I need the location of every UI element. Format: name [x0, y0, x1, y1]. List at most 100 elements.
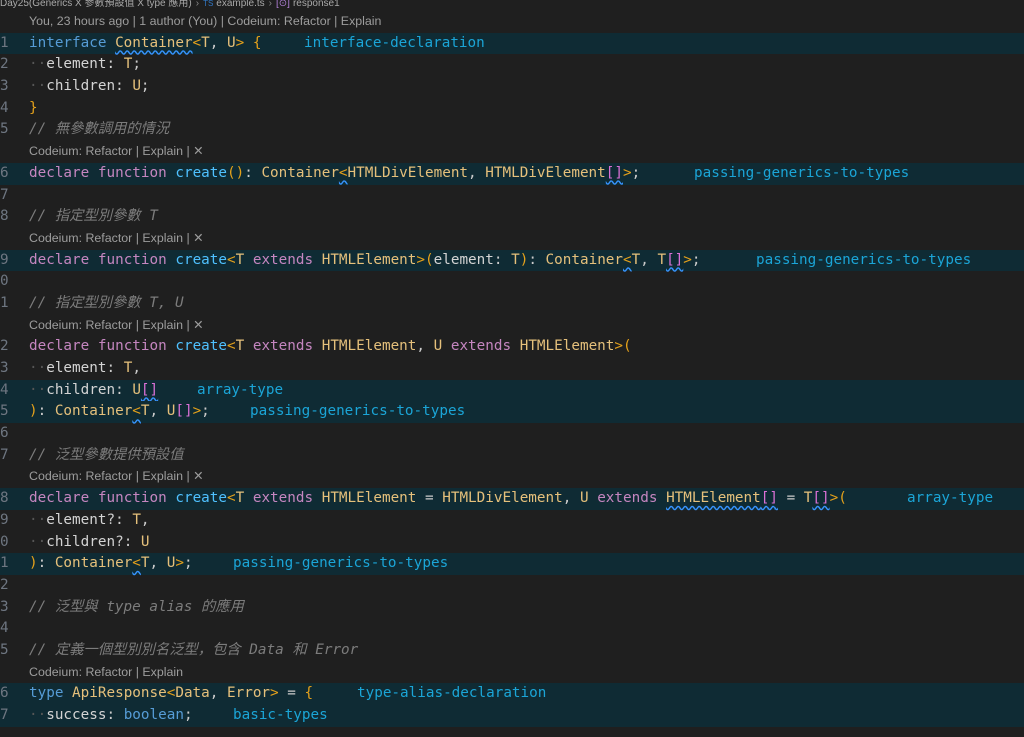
- codeium-codelens[interactable]: Codeium: Refactor | Explain: [0, 662, 1024, 684]
- code-line: 2: [0, 575, 1024, 597]
- code-line: 4 ··children: U[] array-type: [0, 379, 1024, 402]
- code-line: 5 // 定義一個型別別名泛型，包含 Data 和 Error: [0, 640, 1024, 662]
- code-comment: // 泛型與 type alias 的應用: [29, 598, 244, 615]
- code-text: ··element?: T,: [29, 511, 150, 528]
- line-number: 1: [0, 34, 9, 51]
- code-line: 3 // 泛型與 type alias 的應用: [0, 597, 1024, 619]
- line-number: 2: [0, 576, 9, 593]
- code-text: declare function create<T extends HTMLEl…: [29, 490, 847, 507]
- chevron-right-icon: ›: [268, 0, 272, 9]
- code-comment: // 泛型參數提供預設值: [29, 446, 184, 463]
- breadcrumb-folder[interactable]: Day25(Generics X 參數預設值 X type 應用): [0, 0, 192, 9]
- line-number: 0: [0, 533, 9, 550]
- line-number: 5: [0, 403, 9, 420]
- code-text: ··children?: U: [29, 533, 150, 550]
- code-text: ··success: boolean;: [29, 707, 193, 723]
- code-line: 2 declare function create<T extends HTMLE…: [0, 336, 1024, 358]
- line-number: 4: [0, 381, 9, 398]
- code-comment: // 指定型別參數 T: [29, 208, 158, 225]
- codeium-codelens[interactable]: Codeium: Refactor | Explain | ✕: [0, 315, 1024, 337]
- code-line: 3 ··children: U;: [0, 76, 1024, 98]
- code-text: ): Container<T, U>;: [29, 555, 193, 572]
- code-line: 8 declare function create<T extends HTMLE…: [0, 488, 1024, 510]
- code-text: ··element: T,: [29, 360, 141, 376]
- line-number: 7: [0, 186, 9, 203]
- line-number: 9: [0, 511, 9, 528]
- line-number: 2: [0, 56, 9, 73]
- code-line: 0: [0, 271, 1024, 293]
- line-number: 6: [0, 425, 9, 442]
- code-line: 1 ): Container<T, U>; passing-generics-to-…: [0, 553, 1024, 575]
- line-number: 6: [0, 164, 9, 181]
- code-line: 2 ··element: T;: [0, 54, 1024, 76]
- code-line: 8 // 指定型別參數 T: [0, 206, 1024, 228]
- line-number: 8: [0, 490, 9, 507]
- line-number: 5: [0, 641, 9, 658]
- code-annotation: interface-declaration: [304, 34, 485, 51]
- code-line: 0 ··children?: U: [0, 532, 1024, 554]
- code-text: ): Container<T, U[]>;: [29, 403, 210, 420]
- code-text: ··element: T;: [29, 56, 141, 73]
- code-text: }: [29, 99, 38, 116]
- code-text: declare function create(): Container<HTM…: [29, 164, 641, 181]
- code-text: declare function create<T extends HTMLEl…: [29, 251, 701, 268]
- code-line: 9 declare function create<T extends HTMLE…: [0, 249, 1024, 272]
- codeium-codelens[interactable]: Codeium: Refactor | Explain | ✕: [0, 141, 1024, 163]
- codeium-codelens[interactable]: Codeium: Refactor | Explain | ✕: [0, 228, 1024, 250]
- code-line: 3 ··element: T,: [0, 358, 1024, 380]
- code-text: interface Container<T, U> {: [29, 34, 262, 51]
- code-line: 4: [0, 618, 1024, 640]
- code-line: 5 // 無參數調用的情況: [0, 119, 1024, 141]
- line-number: 0: [0, 273, 9, 290]
- code-annotation: array-type: [907, 490, 994, 507]
- codeium-codelens[interactable]: Codeium: Refactor | Explain | ✕: [0, 466, 1024, 488]
- line-number: 7: [0, 707, 9, 723]
- code-line: 7 // 泛型參數提供預設值: [0, 445, 1024, 467]
- code-line: 4}: [0, 98, 1024, 120]
- code-line: 6 type ApiResponse<Data, Error> = { type-a…: [0, 683, 1024, 705]
- code-text: type ApiResponse<Data, Error> = {: [29, 685, 314, 702]
- breadcrumb-symbol[interactable]: response1: [293, 0, 340, 9]
- code-annotation: passing-generics-to-types: [233, 555, 449, 572]
- line-number: 8: [0, 208, 9, 225]
- code-comment: // 指定型別參數 T, U: [29, 294, 184, 311]
- code-annotation: passing-generics-to-types: [694, 164, 910, 181]
- code-line: 7 ··success: boolean; basic-types: [0, 705, 1024, 727]
- code-annotation: passing-generics-to-types: [250, 403, 466, 420]
- chevron-right-icon: ›: [195, 0, 200, 9]
- code-line: 7: [0, 185, 1024, 207]
- code-text: declare function create<T extends HTMLEl…: [29, 338, 632, 355]
- code-editor[interactable]: You, 23 hours ago | 1 author (You) | Cod…: [0, 11, 1024, 727]
- code-line: 1 // 指定型別參數 T, U: [0, 293, 1024, 315]
- code-line: 6 declare function create(): Container<HT…: [0, 162, 1024, 185]
- typescript-file-icon: TS: [203, 0, 214, 8]
- code-annotation: type-alias-declaration: [357, 685, 547, 702]
- code-annotation: passing-generics-to-types: [756, 251, 972, 268]
- breadcrumb[interactable]: Day25(Generics X 參數預設值 X type 應用) › TS exam…: [0, 0, 1024, 11]
- code-line: 1 interface Container<T, U> { interface-de…: [0, 32, 1024, 55]
- line-number: 3: [0, 360, 9, 376]
- code-annotation: basic-types: [233, 707, 328, 723]
- line-number: 9: [0, 251, 9, 268]
- line-number: 5: [0, 121, 9, 138]
- code-line: 6: [0, 423, 1024, 445]
- line-number: 1: [0, 555, 9, 572]
- line-number: 4: [0, 99, 9, 116]
- code-text: ··children: U;: [29, 78, 150, 95]
- breadcrumb-file[interactable]: example.ts: [216, 0, 264, 9]
- line-number: 6: [0, 685, 9, 702]
- variable-symbol-icon: [⊙]: [276, 0, 290, 9]
- code-annotation: array-type: [197, 381, 284, 398]
- line-number: 3: [0, 598, 9, 615]
- git-blame-codelens[interactable]: You, 23 hours ago | 1 author (You) | Cod…: [0, 11, 1024, 33]
- code-line: 5 ): Container<T, U[]>; passing-generics-t…: [0, 401, 1024, 424]
- code-comment: // 定義一個型別別名泛型，包含 Data 和 Error: [29, 641, 359, 658]
- code-comment: // 無參數調用的情況: [29, 121, 170, 138]
- line-number: 1: [0, 294, 9, 311]
- code-text: ··children: U[]: [29, 381, 159, 398]
- line-number: 3: [0, 78, 9, 95]
- line-number: 2: [0, 338, 9, 355]
- line-number: 7: [0, 446, 9, 463]
- code-line: 9 ··element?: T,: [0, 510, 1024, 532]
- line-number: 4: [0, 620, 9, 637]
